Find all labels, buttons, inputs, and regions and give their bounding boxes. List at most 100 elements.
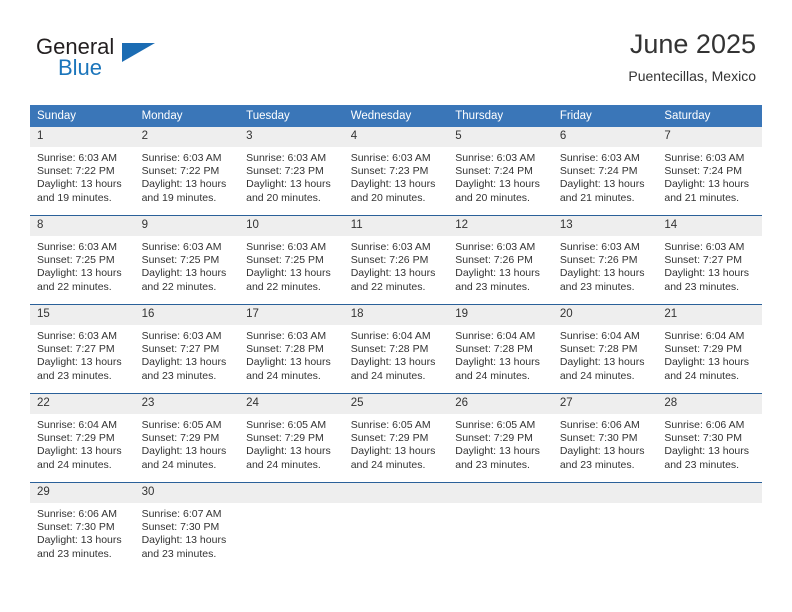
daylight-text-line1: Daylight: 13 hours bbox=[37, 534, 122, 547]
daylight-text-line1: Daylight: 13 hours bbox=[455, 445, 540, 458]
sunset-text: Sunset: 7:23 PM bbox=[350, 165, 429, 178]
sunset-text: Sunset: 7:29 PM bbox=[350, 432, 429, 445]
sunset-text: Sunset: 7:23 PM bbox=[246, 165, 324, 178]
day-cell[interactable]: 27 Sunrise: 6:06 AM Sunset: 7:30 PM Dayl… bbox=[552, 393, 658, 483]
day-cell[interactable]: 22 Sunrise: 6:04 AM Sunset: 7:29 PM Dayl… bbox=[30, 393, 135, 483]
day-details: Sunrise: 6:03 AM Sunset: 7:27 PM Dayligh… bbox=[30, 325, 135, 383]
day-cell[interactable]: 20 Sunrise: 6:04 AM Sunset: 7:28 PM Dayl… bbox=[552, 304, 658, 394]
daylight-text-line2: and 24 minutes. bbox=[664, 369, 740, 382]
daylight-text-line1: Daylight: 13 hours bbox=[246, 178, 331, 191]
daylight-text-line2: and 23 minutes. bbox=[37, 547, 112, 560]
day-cell[interactable]: 28 Sunrise: 6:06 AM Sunset: 7:30 PM Dayl… bbox=[657, 393, 762, 483]
day-details: Sunrise: 6:05 AM Sunset: 7:29 PM Dayligh… bbox=[239, 414, 344, 472]
day-number: 17 bbox=[239, 305, 344, 325]
day-number: 21 bbox=[657, 305, 762, 325]
day-cell-empty bbox=[343, 482, 449, 571]
day-cell[interactable]: 29 Sunrise: 6:06 AM Sunset: 7:30 PM Dayl… bbox=[30, 482, 135, 571]
day-number: 29 bbox=[30, 483, 135, 503]
day-number: 19 bbox=[448, 305, 553, 325]
daylight-text-line2: and 23 minutes. bbox=[559, 458, 635, 471]
day-cell[interactable]: 5 Sunrise: 6:03 AM Sunset: 7:24 PM Dayli… bbox=[448, 127, 553, 216]
day-details: Sunrise: 6:04 AM Sunset: 7:28 PM Dayligh… bbox=[553, 325, 658, 383]
day-cell[interactable]: 14 Sunrise: 6:03 AM Sunset: 7:27 PM Dayl… bbox=[657, 215, 762, 305]
sunrise-text: Sunrise: 6:03 AM bbox=[455, 152, 536, 164]
day-cell[interactable]: 24 Sunrise: 6:05 AM Sunset: 7:29 PM Dayl… bbox=[239, 393, 344, 483]
sunset-text: Sunset: 7:24 PM bbox=[455, 165, 533, 178]
day-number: 25 bbox=[343, 394, 449, 414]
day-details: Sunrise: 6:03 AM Sunset: 7:24 PM Dayligh… bbox=[657, 147, 762, 205]
daylight-text-line2: and 20 minutes. bbox=[455, 191, 530, 204]
daylight-text-line1: Daylight: 13 hours bbox=[141, 267, 227, 280]
day-cell[interactable]: 17 Sunrise: 6:03 AM Sunset: 7:28 PM Dayl… bbox=[239, 304, 344, 394]
calendar-grid: Sunday Monday Tuesday Wednesday Thursday… bbox=[30, 105, 762, 571]
general-blue-logo[interactable]: General Blue bbox=[36, 34, 266, 94]
day-cell[interactable]: 15 Sunrise: 6:03 AM Sunset: 7:27 PM Dayl… bbox=[30, 304, 135, 394]
day-cell[interactable]: 12 Sunrise: 6:03 AM Sunset: 7:26 PM Dayl… bbox=[448, 215, 553, 305]
day-cell[interactable]: 2 Sunrise: 6:03 AM Sunset: 7:22 PM Dayli… bbox=[134, 127, 240, 216]
sunrise-text: Sunrise: 6:05 AM bbox=[246, 419, 327, 431]
day-number: 30 bbox=[134, 483, 240, 503]
day-number: 18 bbox=[343, 305, 449, 325]
sunrise-text: Sunrise: 6:03 AM bbox=[246, 152, 327, 164]
daylight-text-line1: Daylight: 13 hours bbox=[141, 534, 227, 547]
day-cell[interactable]: 21 Sunrise: 6:04 AM Sunset: 7:29 PM Dayl… bbox=[657, 304, 762, 394]
daylight-text-line1: Daylight: 13 hours bbox=[664, 267, 750, 280]
day-cell[interactable]: 1 Sunrise: 6:03 AM Sunset: 7:22 PM Dayli… bbox=[30, 127, 135, 216]
daylight-text-line2: and 22 minutes. bbox=[246, 280, 321, 293]
day-cell[interactable]: 6 Sunrise: 6:03 AM Sunset: 7:24 PM Dayli… bbox=[552, 127, 658, 216]
day-details: Sunrise: 6:03 AM Sunset: 7:27 PM Dayligh… bbox=[657, 236, 762, 294]
day-number: 9 bbox=[134, 216, 240, 236]
day-cell[interactable]: 11 Sunrise: 6:03 AM Sunset: 7:26 PM Dayl… bbox=[343, 215, 449, 305]
weekday-header-thursday: Thursday bbox=[448, 105, 553, 127]
sunset-text: Sunset: 7:24 PM bbox=[664, 165, 743, 178]
day-cell[interactable]: 7 Sunrise: 6:03 AM Sunset: 7:24 PM Dayli… bbox=[657, 127, 762, 216]
day-cell[interactable]: 3 Sunrise: 6:03 AM Sunset: 7:23 PM Dayli… bbox=[239, 127, 344, 216]
day-cell-empty bbox=[657, 482, 762, 571]
sunrise-text: Sunrise: 6:04 AM bbox=[455, 330, 536, 342]
daylight-text-line2: and 19 minutes. bbox=[141, 191, 217, 204]
sunset-text: Sunset: 7:29 PM bbox=[455, 432, 533, 445]
sunrise-text: Sunrise: 6:03 AM bbox=[350, 241, 431, 253]
day-cell[interactable]: 23 Sunrise: 6:05 AM Sunset: 7:29 PM Dayl… bbox=[134, 393, 240, 483]
day-cell[interactable]: 4 Sunrise: 6:03 AM Sunset: 7:23 PM Dayli… bbox=[343, 127, 449, 216]
sunset-text: Sunset: 7:30 PM bbox=[141, 521, 220, 534]
day-cell[interactable]: 25 Sunrise: 6:05 AM Sunset: 7:29 PM Dayl… bbox=[343, 393, 449, 483]
sunset-text: Sunset: 7:26 PM bbox=[350, 254, 429, 267]
day-cell[interactable]: 30 Sunrise: 6:07 AM Sunset: 7:30 PM Dayl… bbox=[134, 482, 240, 571]
day-number: 26 bbox=[448, 394, 553, 414]
calendar-week-row: 29 Sunrise: 6:06 AM Sunset: 7:30 PM Dayl… bbox=[30, 482, 762, 571]
daylight-text-line1: Daylight: 13 hours bbox=[246, 356, 331, 369]
day-details: Sunrise: 6:03 AM Sunset: 7:28 PM Dayligh… bbox=[239, 325, 344, 383]
page-title: June 2025 bbox=[629, 29, 756, 59]
sunset-text: Sunset: 7:27 PM bbox=[141, 343, 220, 356]
sunset-text: Sunset: 7:28 PM bbox=[455, 343, 533, 356]
day-cell[interactable]: 19 Sunrise: 6:04 AM Sunset: 7:28 PM Dayl… bbox=[448, 304, 553, 394]
day-cell-empty bbox=[239, 482, 344, 571]
day-cell[interactable]: 18 Sunrise: 6:04 AM Sunset: 7:28 PM Dayl… bbox=[343, 304, 449, 394]
day-number: 10 bbox=[239, 216, 344, 236]
daylight-text-line2: and 23 minutes. bbox=[455, 280, 530, 293]
sunset-text: Sunset: 7:25 PM bbox=[141, 254, 220, 267]
calendar-week-row: 8 Sunrise: 6:03 AM Sunset: 7:25 PM Dayli… bbox=[30, 215, 762, 305]
day-cell[interactable]: 16 Sunrise: 6:03 AM Sunset: 7:27 PM Dayl… bbox=[134, 304, 240, 394]
daylight-text-line2: and 24 minutes. bbox=[350, 458, 426, 471]
sunrise-text: Sunrise: 6:06 AM bbox=[37, 508, 117, 520]
day-cell[interactable]: 13 Sunrise: 6:03 AM Sunset: 7:26 PM Dayl… bbox=[552, 215, 658, 305]
day-cell[interactable]: 26 Sunrise: 6:05 AM Sunset: 7:29 PM Dayl… bbox=[448, 393, 553, 483]
day-details: Sunrise: 6:03 AM Sunset: 7:24 PM Dayligh… bbox=[553, 147, 658, 205]
weekday-header-monday: Monday bbox=[134, 105, 240, 127]
day-details: Sunrise: 6:03 AM Sunset: 7:22 PM Dayligh… bbox=[135, 147, 240, 205]
day-cell[interactable]: 9 Sunrise: 6:03 AM Sunset: 7:25 PM Dayli… bbox=[134, 215, 240, 305]
day-number: 6 bbox=[552, 127, 658, 147]
daylight-text-line2: and 20 minutes. bbox=[350, 191, 426, 204]
sunset-text: Sunset: 7:29 PM bbox=[246, 432, 324, 445]
day-details: Sunrise: 6:03 AM Sunset: 7:22 PM Dayligh… bbox=[30, 147, 135, 205]
weekday-header-tuesday: Tuesday bbox=[239, 105, 344, 127]
daylight-text-line2: and 23 minutes. bbox=[141, 547, 217, 560]
day-number: 2 bbox=[134, 127, 240, 147]
day-number: 13 bbox=[552, 216, 658, 236]
day-cell[interactable]: 8 Sunrise: 6:03 AM Sunset: 7:25 PM Dayli… bbox=[30, 215, 135, 305]
daylight-text-line2: and 24 minutes. bbox=[141, 458, 217, 471]
day-cell[interactable]: 10 Sunrise: 6:03 AM Sunset: 7:25 PM Dayl… bbox=[239, 215, 344, 305]
weekday-header-row: Sunday Monday Tuesday Wednesday Thursday… bbox=[30, 105, 762, 127]
